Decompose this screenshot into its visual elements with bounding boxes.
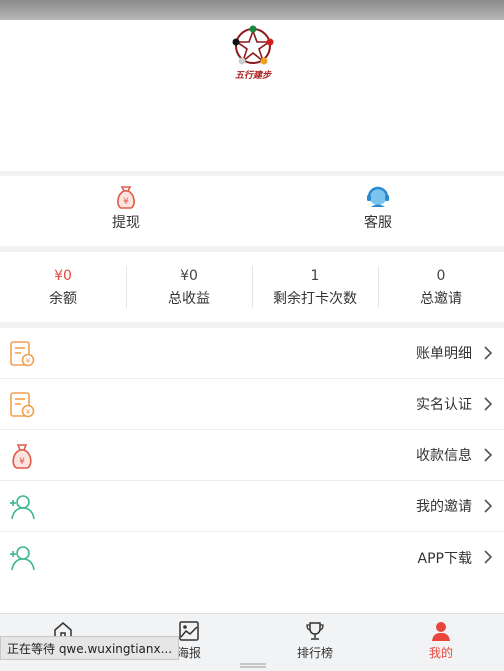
money-bag-icon: ¥ bbox=[117, 186, 135, 209]
stat-balance-value: ¥0 bbox=[54, 268, 72, 284]
stat-balance[interactable]: ¥0 余额 bbox=[0, 252, 126, 322]
stat-checkins-left[interactable]: 1 剩余打卡次数 bbox=[252, 252, 378, 322]
customer-service-label: 客服 bbox=[364, 215, 392, 231]
menu-item-label: APP下载 bbox=[417, 550, 472, 567]
stat-total-earnings-caption: 总收益 bbox=[168, 291, 210, 307]
stat-checkins-left-value: 1 bbox=[310, 268, 320, 284]
brand-logo-text: 五行建步 bbox=[234, 71, 271, 81]
tab-leaderboard-label: 排行榜 bbox=[296, 646, 333, 660]
chevron-right-icon bbox=[484, 448, 493, 462]
menu-item-real-name-verification[interactable]: ¥ 实名认证 bbox=[0, 379, 504, 430]
menu-item-app-download[interactable]: APP下载 bbox=[0, 532, 504, 583]
payment-info-icon: ¥ bbox=[12, 444, 32, 469]
svg-text:¥: ¥ bbox=[123, 197, 129, 207]
quick-actions: ¥ 提现 客服 bbox=[0, 176, 504, 246]
tab-poster-label: 海报 bbox=[176, 646, 201, 660]
svg-text:¥: ¥ bbox=[19, 457, 25, 467]
menu-item-label: 收款信息 bbox=[416, 448, 472, 464]
tab-mine[interactable]: 我的 bbox=[378, 614, 504, 671]
chevron-right-icon bbox=[484, 499, 493, 513]
chevron-right-icon bbox=[484, 397, 493, 411]
menu-item-label: 实名认证 bbox=[416, 397, 472, 413]
customer-service-button[interactable]: 客服 bbox=[252, 176, 504, 246]
menu-item-my-invites[interactable]: 我的邀请 bbox=[0, 481, 504, 532]
profile-icon bbox=[432, 622, 450, 641]
stat-total-earnings[interactable]: ¥0 总收益 bbox=[126, 252, 252, 322]
loading-status-popup: 正在等待 qwe.wuxingtianx... bbox=[0, 636, 180, 660]
menu-list: ¥ 账单明细 ¥ 实名认证 ¥ 收款信息 我的邀请 APP下载 bbox=[0, 328, 504, 613]
stat-total-earnings-value: ¥0 bbox=[180, 268, 198, 284]
menu-item-bill-details[interactable]: ¥ 账单明细 bbox=[0, 328, 504, 379]
stat-balance-caption: 余额 bbox=[49, 291, 77, 307]
chevron-right-icon bbox=[484, 550, 493, 564]
withdraw-button[interactable]: ¥ 提现 bbox=[0, 176, 252, 246]
stat-total-invites[interactable]: 0 总邀请 bbox=[378, 252, 504, 322]
stat-total-invites-caption: 总邀请 bbox=[420, 291, 462, 307]
menu-item-label: 我的邀请 bbox=[416, 499, 472, 515]
poster-icon bbox=[179, 621, 199, 641]
menu-item-label: 账单明细 bbox=[416, 346, 472, 362]
bill-icon: ¥ bbox=[10, 341, 35, 367]
stat-total-invites-value: 0 bbox=[436, 268, 446, 284]
download-user-icon bbox=[10, 546, 35, 571]
stat-checkins-left-caption: 剩余打卡次数 bbox=[273, 291, 357, 307]
tab-mine-label: 我的 bbox=[428, 646, 453, 660]
profile-header: 五行建步 bbox=[0, 20, 504, 171]
menu-item-payment-info[interactable]: ¥ 收款信息 bbox=[0, 430, 504, 481]
svg-text:¥: ¥ bbox=[26, 357, 31, 365]
stats-panel: ¥0 余额 ¥0 总收益 1 剩余打卡次数 0 总邀请 bbox=[0, 252, 504, 322]
svg-text:¥: ¥ bbox=[26, 408, 31, 416]
drag-handle-icon[interactable] bbox=[240, 663, 266, 669]
chevron-right-icon bbox=[484, 346, 493, 360]
trophy-icon bbox=[306, 622, 324, 640]
id-verify-icon: ¥ bbox=[10, 392, 35, 418]
invite-user-icon bbox=[10, 495, 35, 520]
customer-service-icon bbox=[367, 186, 389, 207]
withdraw-label: 提现 bbox=[112, 215, 140, 231]
status-bar bbox=[0, 0, 504, 20]
tab-leaderboard[interactable]: 排行榜 bbox=[252, 614, 378, 671]
